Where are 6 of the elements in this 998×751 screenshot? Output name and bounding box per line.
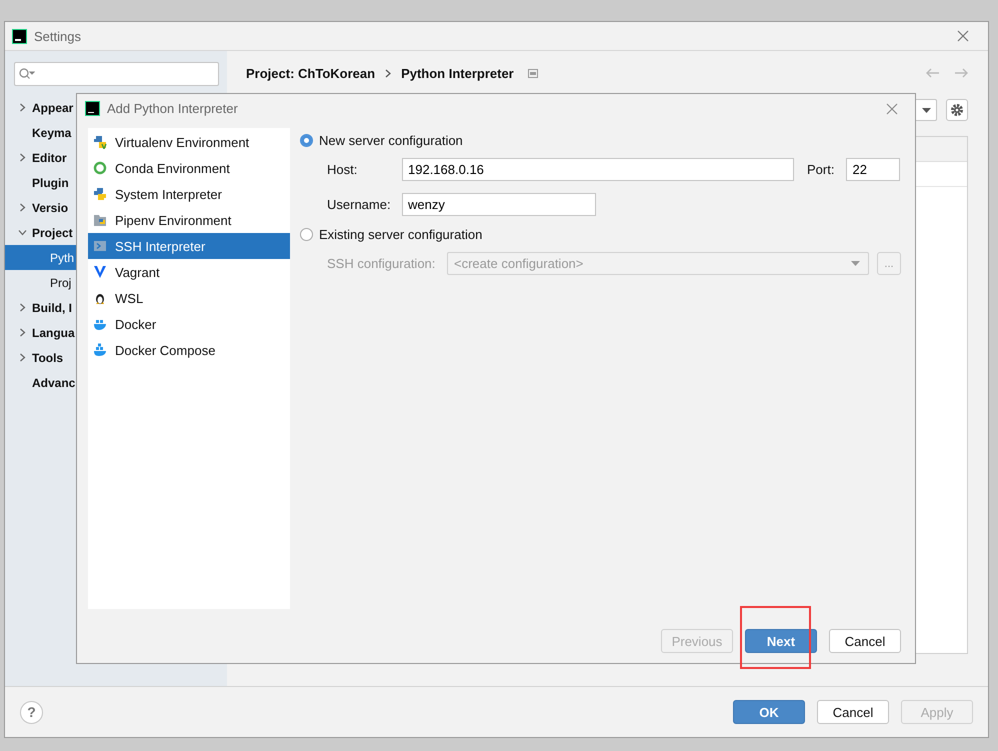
- username-label: Username:: [327, 197, 392, 212]
- port-label: Port:: [807, 162, 834, 177]
- host-label: Host:: [327, 162, 358, 177]
- window-title: Settings: [34, 28, 81, 44]
- dialog-title: Add Python Interpreter: [107, 101, 238, 116]
- ssh-configuration-label: SSH configuration:: [327, 256, 436, 271]
